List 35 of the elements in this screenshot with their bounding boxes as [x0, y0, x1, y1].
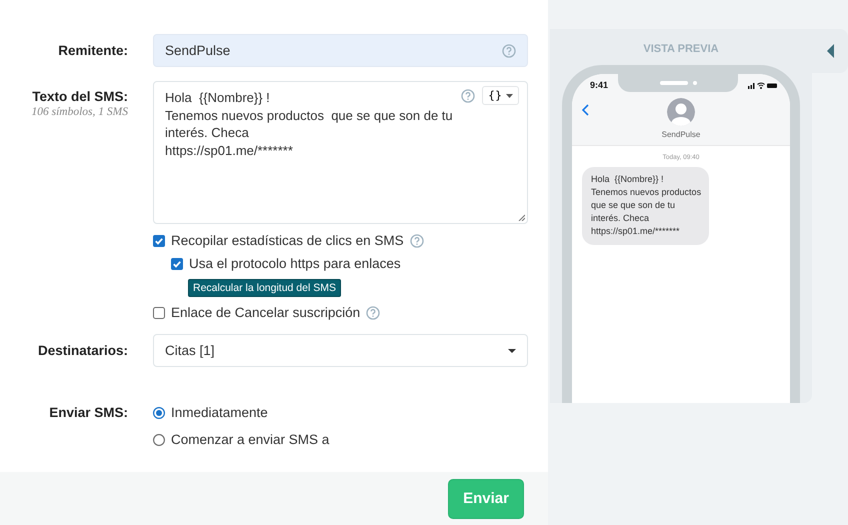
message-text-line: https://sp01.me/*******: [165, 142, 294, 159]
checkbox[interactable]: [171, 258, 183, 270]
checkbox[interactable]: [153, 234, 165, 246]
status-time: 9:41: [590, 80, 608, 90]
field-label: Texto del SMS:: [32, 89, 128, 104]
radio-label[interactable]: Inmediatamente: [171, 405, 268, 420]
avatar-icon: [667, 98, 695, 126]
checkbox-label[interactable]: Enlace de Cancelar suscripción: [171, 305, 360, 320]
caret-icon: [506, 94, 513, 98]
checkbox[interactable]: [153, 306, 165, 318]
contact-name: SendPulse: [662, 130, 700, 139]
recipients-dropdown[interactable]: Citas [1]: [153, 334, 528, 367]
status-icons-drawing: [748, 82, 778, 88]
field-label: Enviar SMS:: [48, 405, 128, 422]
field-label: Remitente:: [57, 43, 128, 58]
resize-handle-icon[interactable]: [518, 214, 525, 221]
recalculate-button[interactable]: Recalcular la longitud del SMS: [188, 279, 341, 297]
checkbox-label[interactable]: Recopilar estadísticas de clics en SMS: [171, 233, 404, 248]
caret-icon: [508, 348, 516, 352]
message-textarea[interactable]: Hola {{Nombre}} ! Tenemos nuevos productos que se que son de tu interés. Checa https://sp01.me/******* {}: [153, 81, 528, 224]
collapse-arrow-icon[interactable]: [826, 44, 834, 58]
radio-button[interactable]: [153, 434, 165, 446]
message-text-line: interés. Checa: [165, 124, 250, 142]
radio-button[interactable]: [153, 406, 165, 418]
message-text-line: Tenemos nuevos productos que se que son de tu: [165, 106, 453, 124]
preview-title: VISTA PREVIA: [643, 43, 719, 55]
character-counter: 106 símbolos, 1 SMS: [32, 106, 128, 118]
collapse-tab[interactable]: [812, 29, 848, 73]
radio-label[interactable]: Comenzar a enviar SMS a: [171, 432, 330, 447]
variables-dropdown-button[interactable]: {}: [482, 86, 519, 105]
checkbox-label[interactable]: Usa el protocolo https para enlaces: [189, 256, 401, 271]
sender-field[interactable]: SendPulse: [153, 34, 528, 67]
field-label: Destinatarios:: [36, 343, 128, 358]
message-bubble: Hola {{Nombre}} ! Tenemos nuevos productos que se que son de tu interés. Checa https://sp01.me/*******: [582, 167, 710, 245]
message-text-line: Hola {{Nombre}} !: [165, 89, 271, 106]
